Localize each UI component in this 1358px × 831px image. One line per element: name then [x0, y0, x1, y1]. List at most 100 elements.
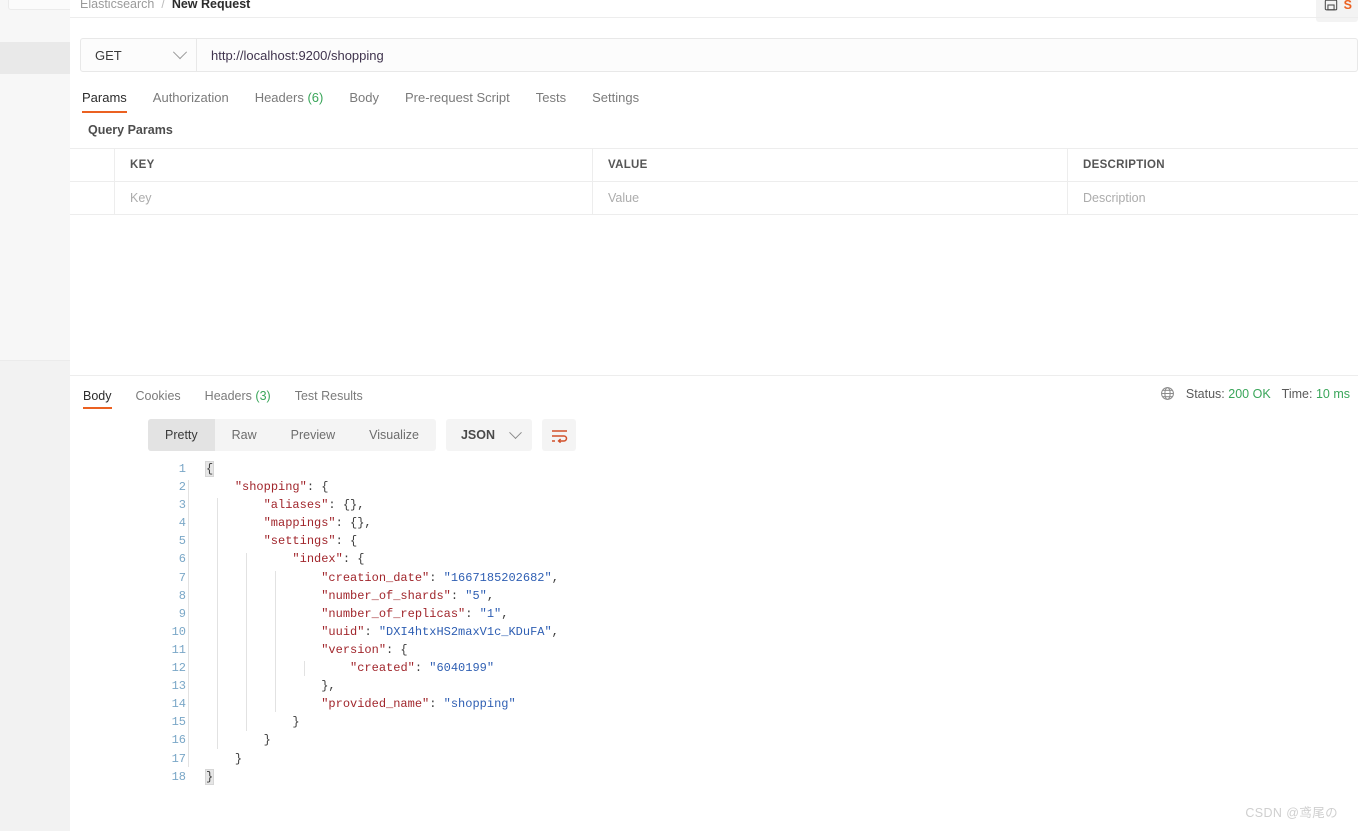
tab-headers-label: Headers: [254, 90, 304, 105]
tab-authorization[interactable]: Authorization: [140, 90, 242, 113]
code-text: "created": "6040199": [350, 661, 495, 676]
view-raw[interactable]: Raw: [215, 419, 274, 451]
response-tab-headers[interactable]: Headers (3): [193, 389, 283, 409]
method-selector[interactable]: GET: [80, 38, 197, 72]
code-line: 3 "aliases": {},: [148, 496, 1348, 514]
line-number: 7: [178, 570, 186, 585]
header-description: DESCRIPTION: [1083, 159, 1165, 171]
line-number: 15: [171, 715, 186, 730]
tab-params-label: Params: [82, 90, 127, 105]
left-sidebar: [0, 0, 105, 831]
response-status-bar: Status: 200 OK Time: 10 ms: [1160, 386, 1350, 401]
url-input[interactable]: http://localhost:9200/shopping: [197, 38, 1358, 72]
code-text: },: [321, 679, 336, 694]
code-text: {: [204, 461, 215, 477]
line-number: 17: [171, 751, 186, 766]
response-tab-body[interactable]: Body: [80, 389, 124, 409]
line-number: 1: [178, 462, 186, 476]
view-mode-group: Pretty Raw Preview Visualize: [148, 419, 436, 451]
tab-pre-request-script[interactable]: Pre-request Script: [392, 90, 523, 113]
time-badge[interactable]: Time: 10 ms: [1282, 387, 1350, 401]
watermark: CSDN @鸢尾の: [1245, 806, 1338, 820]
code-text: "aliases": {},: [263, 498, 365, 513]
code-line: 11 "version": {: [148, 641, 1348, 659]
wrap-lines-icon: [551, 429, 567, 443]
code-text: "number_of_replicas": "1",: [321, 606, 509, 621]
view-pretty[interactable]: Pretty: [148, 419, 215, 451]
breadcrumb-separator: /: [161, 0, 165, 11]
tab-body[interactable]: Body: [336, 90, 392, 113]
description-input[interactable]: Description: [1068, 182, 1358, 214]
header-value: VALUE: [593, 149, 1068, 181]
globe-icon: [1160, 387, 1174, 400]
time-label: Time:: [1281, 386, 1313, 401]
tab-headers-count: (6): [307, 90, 324, 105]
query-params-title: Query Params: [88, 123, 173, 137]
code-text: "number_of_shards": "5",: [321, 588, 495, 603]
format-label: JSON: [460, 428, 495, 442]
line-number: 13: [171, 679, 186, 694]
response-tabs: Body Cookies Headers (3) Test Results: [80, 384, 375, 409]
value-input[interactable]: Value: [593, 182, 1068, 214]
line-number: 12: [171, 661, 186, 676]
line-number: 9: [178, 606, 186, 621]
tab-params[interactable]: Params: [80, 90, 140, 113]
code-line: 4 "mappings": {},: [148, 514, 1348, 532]
code-line: 14 "provided_name": "shopping": [148, 695, 1348, 713]
tab-body-label: Body: [349, 90, 379, 105]
code-line: 18}: [148, 768, 1348, 786]
tab-tests-label: Tests: [535, 90, 567, 105]
save-button[interactable]: S: [1315, 0, 1358, 22]
code-text: "mappings": {},: [263, 516, 372, 531]
line-number: 14: [171, 697, 186, 712]
response-tab-cookies[interactable]: Cookies: [124, 389, 193, 409]
code-line: 6 "index": {: [148, 550, 1348, 568]
code-text: "settings": {: [263, 534, 358, 549]
response-tab-headers-label: Headers: [204, 389, 252, 403]
code-line: 1{: [148, 460, 1348, 478]
method-label: GET: [95, 47, 122, 63]
tab-pre-request-script-label: Pre-request Script: [404, 90, 510, 105]
tab-tests[interactable]: Tests: [523, 90, 579, 113]
code-text: "version": {: [321, 642, 408, 657]
line-number: 16: [171, 733, 186, 748]
key-input[interactable]: Key: [115, 182, 593, 214]
response-body-code[interactable]: 1{2 "shopping": {3 "aliases": {}, 4 "mapp…: [148, 460, 1348, 786]
code-text: "index": {: [292, 552, 365, 567]
wrap-lines-button[interactable]: [542, 419, 576, 451]
url-value: http://localhost:9200/shopping: [211, 47, 384, 63]
tab-headers[interactable]: Headers (6): [242, 90, 337, 113]
breadcrumb-collection[interactable]: Elasticsearch: [80, 0, 154, 11]
status-badge[interactable]: Status: 200 OK: [1186, 387, 1271, 401]
save-icon: [1324, 0, 1337, 11]
response-divider: [70, 375, 1358, 376]
response-tab-test-results-label: Test Results: [294, 389, 363, 403]
tab-authorization-label: Authorization: [152, 90, 229, 105]
table-row[interactable]: Key Value Description: [70, 182, 1358, 214]
code-text: }: [204, 768, 215, 785]
code-line: 7 "creation_date": "1667185202682",: [148, 569, 1348, 587]
line-number: 8: [178, 588, 186, 603]
chevron-down-icon: [509, 425, 522, 439]
sidebar-selected-item[interactable]: [0, 42, 70, 74]
request-tabs: Params Authorization Headers (6) Body Pr…: [80, 86, 652, 113]
tab-settings[interactable]: Settings: [579, 90, 652, 113]
code-line: 13 },: [148, 677, 1348, 695]
code-line: 8 "number_of_shards": "5",: [148, 587, 1348, 605]
response-tab-test-results[interactable]: Test Results: [283, 389, 375, 409]
code-line: 15 }: [148, 713, 1348, 731]
code-text: }: [234, 751, 243, 766]
view-visualize[interactable]: Visualize: [352, 419, 436, 451]
code-text: "provided_name": "shopping": [321, 697, 516, 712]
request-url-row: GET http://localhost:9200/shopping: [80, 38, 1358, 72]
header-checkbox-cell: [70, 149, 115, 181]
row-checkbox[interactable]: [70, 182, 115, 214]
line-number: 3: [178, 498, 186, 513]
code-text: }: [292, 715, 300, 730]
code-text: "uuid": "DXI4htxHS2maxV1c_KDuFA",: [321, 624, 559, 639]
query-params-table: KEY VALUE DESCRIPTION Key Value Descript…: [70, 148, 1358, 215]
time-value: 10 ms: [1315, 386, 1350, 401]
view-preview[interactable]: Preview: [274, 419, 352, 451]
format-selector[interactable]: JSON: [445, 419, 532, 451]
header-key: KEY: [115, 149, 593, 181]
